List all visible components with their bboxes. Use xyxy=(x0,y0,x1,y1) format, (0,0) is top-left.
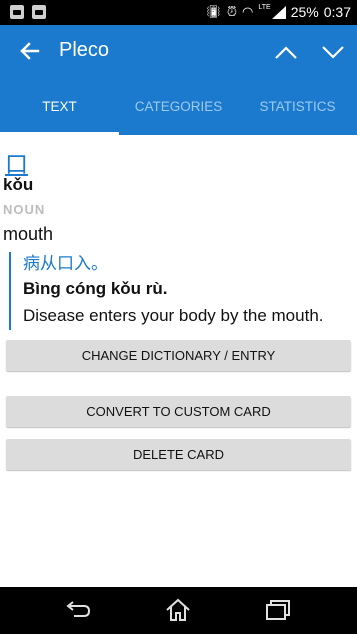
alarm-icon: ⏰︎ xyxy=(226,4,238,19)
network-type: LTE xyxy=(258,3,271,11)
chevron-up-icon xyxy=(275,46,297,59)
chevron-down-icon xyxy=(322,46,344,59)
vibrate-icon: 📳︎ xyxy=(205,4,222,19)
back-button[interactable] xyxy=(14,35,44,67)
notification-icon xyxy=(10,5,24,19)
app-bar: Pleco xyxy=(0,25,357,79)
tab-statistics[interactable]: STATISTICS xyxy=(238,79,357,135)
delete-card-button[interactable]: DELETE CARD xyxy=(6,439,351,470)
example-pinyin-before: Bìng cóng xyxy=(23,279,111,298)
app-title: Pleco xyxy=(59,39,110,61)
example-block: 病从口入。 Bìng cóng kǒu rù. Disease enters y… xyxy=(9,252,357,330)
status-bar: 📳︎ ⏰︎ ◠ LTE 25% 0:37 xyxy=(0,0,357,25)
notification-area xyxy=(10,5,46,19)
example-english: Disease enters your body by the mouth. xyxy=(23,306,324,325)
headword-pinyin: kǒu xyxy=(3,175,34,194)
example-pinyin-highlight: kǒu xyxy=(110,279,142,298)
definition: mouth xyxy=(3,224,54,244)
recents-nav-button[interactable] xyxy=(264,597,292,623)
navigation-bar xyxy=(0,587,357,634)
example-hanzi[interactable]: 病从口入。 xyxy=(23,252,357,276)
arrow-left-icon xyxy=(20,42,40,60)
signal-icon xyxy=(271,5,286,19)
clock: 0:37 xyxy=(323,4,351,20)
battery-percent: 25% xyxy=(290,4,319,20)
previous-entry-button[interactable] xyxy=(272,39,300,65)
example-pinyin: Bìng cóng kǒu rù. xyxy=(23,276,357,302)
next-entry-button[interactable] xyxy=(319,39,347,65)
back-nav-button[interactable] xyxy=(64,597,92,623)
tab-text[interactable]: TEXT xyxy=(0,79,119,135)
status-indicators: 📳︎ ⏰︎ ◠ LTE 25% 0:37 xyxy=(205,3,351,21)
recents-nav-icon xyxy=(266,600,290,620)
headword-link[interactable]: 口 xyxy=(5,145,28,179)
part-of-speech: NOUN xyxy=(3,202,46,217)
tab-categories[interactable]: CATEGORIES xyxy=(119,79,238,135)
tab-bar: TEXT CATEGORIES STATISTICS xyxy=(0,79,357,135)
wifi-icon: ◠ xyxy=(242,4,254,19)
example-pinyin-after: rù. xyxy=(141,279,168,298)
change-dictionary-button[interactable]: CHANGE DICTIONARY / ENTRY xyxy=(6,340,351,371)
notification-icon xyxy=(32,5,46,19)
home-nav-button[interactable] xyxy=(164,597,192,623)
home-nav-icon xyxy=(166,598,190,621)
back-nav-icon xyxy=(66,601,91,617)
card-content: 口 kǒu NOUN mouth 病从口入。 Bìng cóng kǒu rù.… xyxy=(0,135,357,587)
convert-custom-card-button[interactable]: CONVERT TO CUSTOM CARD xyxy=(6,396,351,427)
